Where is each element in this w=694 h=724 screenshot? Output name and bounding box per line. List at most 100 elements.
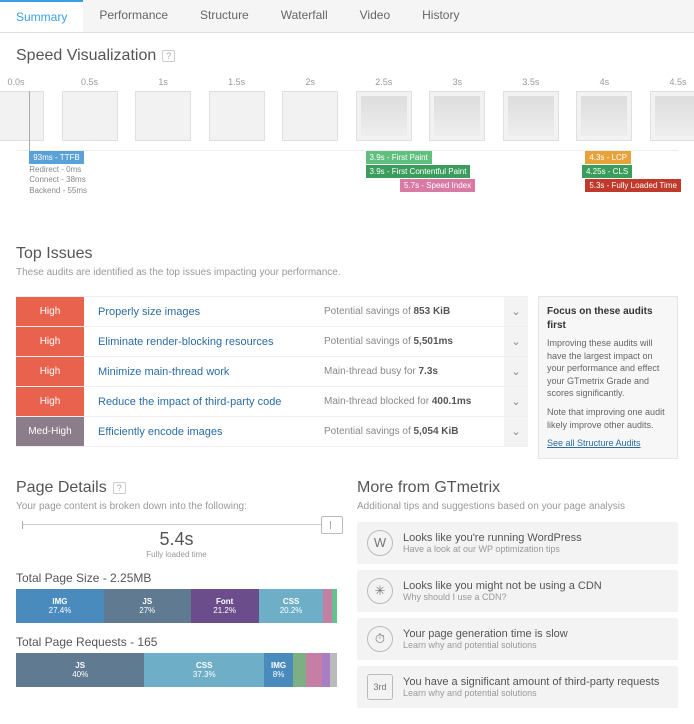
tip-title: You have a significant amount of third-p… [403, 676, 659, 688]
severity-badge: High [16, 297, 84, 326]
tab-performance[interactable]: Performance [83, 0, 184, 32]
tab-video[interactable]: Video [344, 0, 406, 32]
tip-icon: ✳ [367, 578, 393, 604]
bar-segment [293, 653, 306, 687]
more-sub: Additional tips and suggestions based on… [357, 501, 678, 512]
req-bar: JS40%CSS37.3%IMG8% [16, 653, 337, 687]
filmstrip-thumb [650, 91, 694, 141]
time-tick: 4.5s [669, 77, 686, 87]
timing-marker: 3.9s - First Contentful Paint [366, 165, 471, 178]
top-issues-section: Top Issues These audits are identified a… [0, 231, 694, 296]
issue-savings: Potential savings of 5,054 KiB [324, 426, 504, 437]
time-tick: 4s [600, 77, 610, 87]
issue-link[interactable]: Efficiently encode images [98, 426, 223, 438]
bar-segment: JS27% [104, 589, 191, 623]
page-details: Page Details ? Your page content is brok… [16, 479, 337, 708]
bar-segment [306, 653, 322, 687]
tab-structure[interactable]: Structure [184, 0, 265, 32]
timing-marker: 4.3s - LCP [585, 151, 631, 164]
side-heading: Focus on these audits first [547, 305, 669, 333]
tabs: SummaryPerformanceStructureWaterfallVide… [0, 0, 694, 33]
issue-link[interactable]: Minimize main-thread work [98, 366, 229, 378]
issue-savings: Main-thread busy for 7.3s [324, 366, 504, 377]
top-issues-sub: These audits are identified as the top i… [16, 267, 678, 278]
issue-row: High Minimize main-thread work Main-thread… [16, 357, 528, 387]
time-tick: 1s [158, 77, 168, 87]
speed-viz-section: Speed Visualization ? [0, 33, 694, 77]
req-title: Total Page Requests - 165 [16, 635, 337, 649]
chevron-down-icon[interactable]: ⌄ [504, 327, 528, 356]
tip-sub: Learn why and potential solutions [403, 640, 568, 650]
loaded-time: 5.4s [16, 529, 337, 550]
time-tick: 0.5s [81, 77, 98, 87]
tip-sub: Learn why and potential solutions [403, 688, 659, 698]
issue-row: High Reduce the impact of third-party cod… [16, 387, 528, 417]
issues-side: Focus on these audits first Improving th… [538, 296, 678, 459]
viz-body [16, 91, 678, 151]
tab-waterfall[interactable]: Waterfall [265, 0, 344, 32]
bar-segment: JS40% [16, 653, 144, 687]
bar-segment [322, 653, 330, 687]
tips: W Looks like you're running WordPressHave… [357, 522, 678, 708]
tip-icon: 3rd [367, 674, 393, 700]
issue-row: Med-High Efficiently encode images Potenti… [16, 417, 528, 447]
filmstrip-thumb [135, 91, 191, 141]
issues-wrap: High Properly size images Potential saving… [0, 296, 694, 459]
timing-marker: 3.9s - First Paint [366, 151, 432, 164]
time-tick: 1.5s [228, 77, 245, 87]
tip-title: Your page generation time is slow [403, 628, 568, 640]
size-title: Total Page Size - 2.25MB [16, 571, 337, 585]
tip-sub: Have a look at our WP optimization tips [403, 544, 582, 554]
chevron-down-icon[interactable]: ⌄ [504, 387, 528, 416]
issue-link[interactable]: Properly size images [98, 306, 200, 318]
issue-savings: Main-thread blocked for 400.1ms [324, 396, 504, 407]
time-tick: 3.5s [522, 77, 539, 87]
tab-history[interactable]: History [406, 0, 475, 32]
bar-segment [330, 653, 337, 687]
severity-badge: Med-High [16, 417, 84, 446]
tip-item[interactable]: ✳ Looks like you might not be using a CDN… [357, 570, 678, 612]
help-icon[interactable]: ? [162, 50, 175, 62]
timing-marker: 5.7s - Speed Index [400, 179, 475, 192]
severity-badge: High [16, 357, 84, 386]
filmstrip-thumb [356, 91, 412, 141]
filmstrip-thumb [503, 91, 559, 141]
bar-segment: IMG27.4% [16, 589, 104, 623]
bar-segment: IMG8% [264, 653, 293, 687]
tip-item[interactable]: 3rd You have a significant amount of thir… [357, 666, 678, 708]
filmstrip-thumb [429, 91, 485, 141]
bar-segment: Font21.2% [191, 589, 259, 623]
chevron-down-icon[interactable]: ⌄ [504, 297, 528, 326]
top-issues-title: Top Issues [16, 245, 92, 263]
slider-label: 5.4s Fully loaded time [16, 529, 337, 559]
help-icon[interactable]: ? [113, 482, 126, 494]
time-tick: 2s [305, 77, 315, 87]
viz-markers: 93ms - TTFBRedirect - 0msConnect - 38msB… [16, 151, 678, 211]
slider-track [22, 524, 331, 525]
tip-sub: Why should I use a CDN? [403, 592, 602, 602]
tip-title: Looks like you might not be using a CDN [403, 580, 602, 592]
severity-badge: High [16, 387, 84, 416]
tip-icon: W [367, 530, 393, 556]
more-title: More from GTmetrix [357, 479, 500, 497]
chevron-down-icon[interactable]: ⌄ [504, 357, 528, 386]
tip-title: Looks like you're running WordPress [403, 532, 582, 544]
page-details-title: Page Details [16, 479, 107, 497]
speed-viz: 0.0s0.5s1s1.5s2s2.5s3s3.5s4s4.5s 93ms - … [0, 77, 694, 211]
issue-link[interactable]: Reduce the impact of third-party code [98, 396, 281, 408]
slider-handle[interactable] [321, 516, 343, 534]
tip-item[interactable]: W Looks like you're running WordPressHave… [357, 522, 678, 564]
side-link[interactable]: See all Structure Audits [547, 437, 669, 450]
issue-link[interactable]: Eliminate render-blocking resources [98, 336, 273, 348]
issue-savings: Potential savings of 853 KiB [324, 306, 504, 317]
issue-row: High Properly size images Potential saving… [16, 297, 528, 327]
size-bar: IMG27.4%JS27%Font21.2%CSS20.2% [16, 589, 337, 623]
ttfb-marker: 93ms - TTFB [29, 151, 84, 164]
speed-viz-title: Speed Visualization [16, 47, 156, 65]
timing-marker: 4.25s - CLS [582, 165, 632, 178]
time-tick: 0.0s [7, 77, 24, 87]
chevron-down-icon[interactable]: ⌄ [504, 417, 528, 446]
page-details-sub: Your page content is broken down into th… [16, 501, 337, 512]
tab-summary[interactable]: Summary [0, 0, 83, 32]
bar-segment [323, 589, 331, 623]
